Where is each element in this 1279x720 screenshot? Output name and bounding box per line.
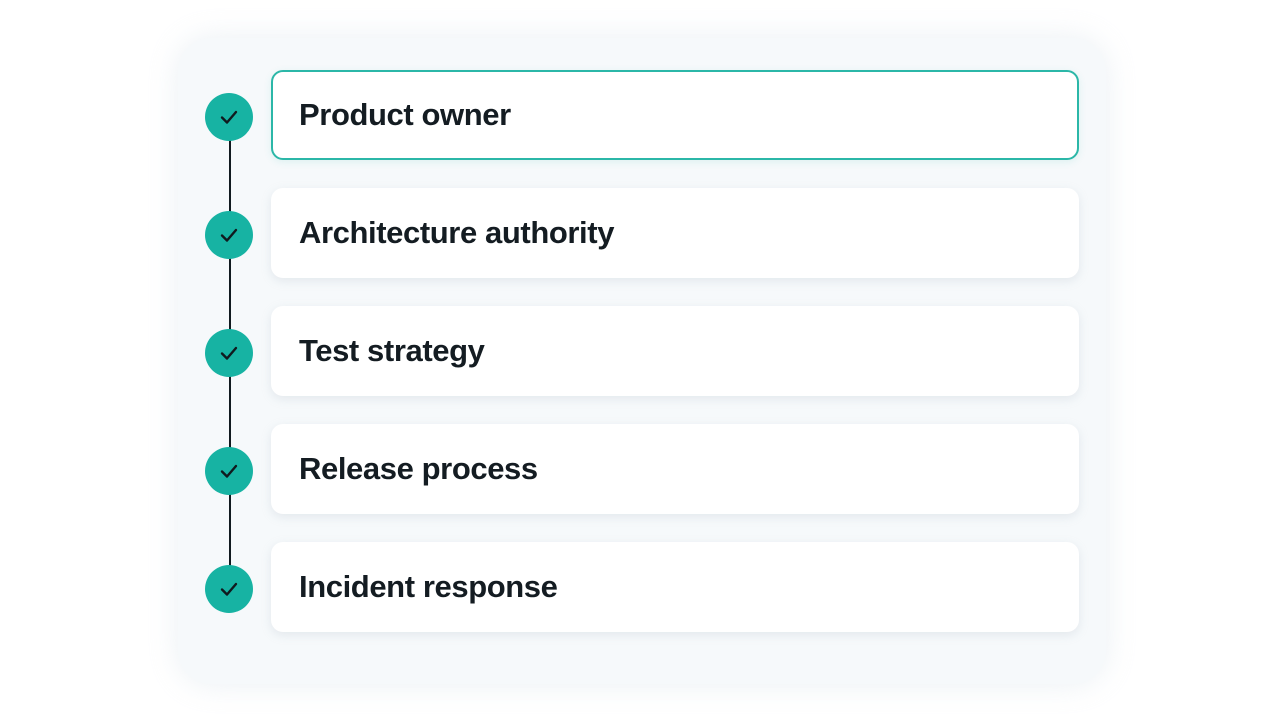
step-card-product-owner[interactable]: Product owner [271, 70, 1079, 160]
step-row-test-strategy: Test strategy [205, 306, 1085, 400]
step-label: Release process [299, 451, 538, 486]
step-row-release-process: Release process [205, 424, 1085, 518]
step-row-product-owner: Product owner [205, 70, 1085, 164]
step-label: Test strategy [299, 333, 485, 368]
checkmark-icon [220, 464, 238, 478]
step-row-architecture-authority: Architecture authority [205, 188, 1085, 282]
step-row-incident-response: Incident response [205, 542, 1085, 636]
checkmark-icon [220, 582, 238, 596]
step-label: Product owner [299, 97, 511, 132]
step-complete-marker [205, 211, 253, 259]
step-label: Architecture authority [299, 215, 615, 250]
checkmark-icon [220, 110, 238, 124]
step-label: Incident response [299, 569, 558, 604]
step-card-test-strategy[interactable]: Test strategy [271, 306, 1079, 396]
step-complete-marker [205, 565, 253, 613]
step-card-incident-response[interactable]: Incident response [271, 542, 1079, 632]
step-complete-marker [205, 329, 253, 377]
step-complete-marker [205, 447, 253, 495]
step-card-release-process[interactable]: Release process [271, 424, 1079, 514]
checkmark-icon [220, 346, 238, 360]
step-complete-marker [205, 93, 253, 141]
step-card-architecture-authority[interactable]: Architecture authority [271, 188, 1079, 278]
checkmark-icon [220, 228, 238, 242]
